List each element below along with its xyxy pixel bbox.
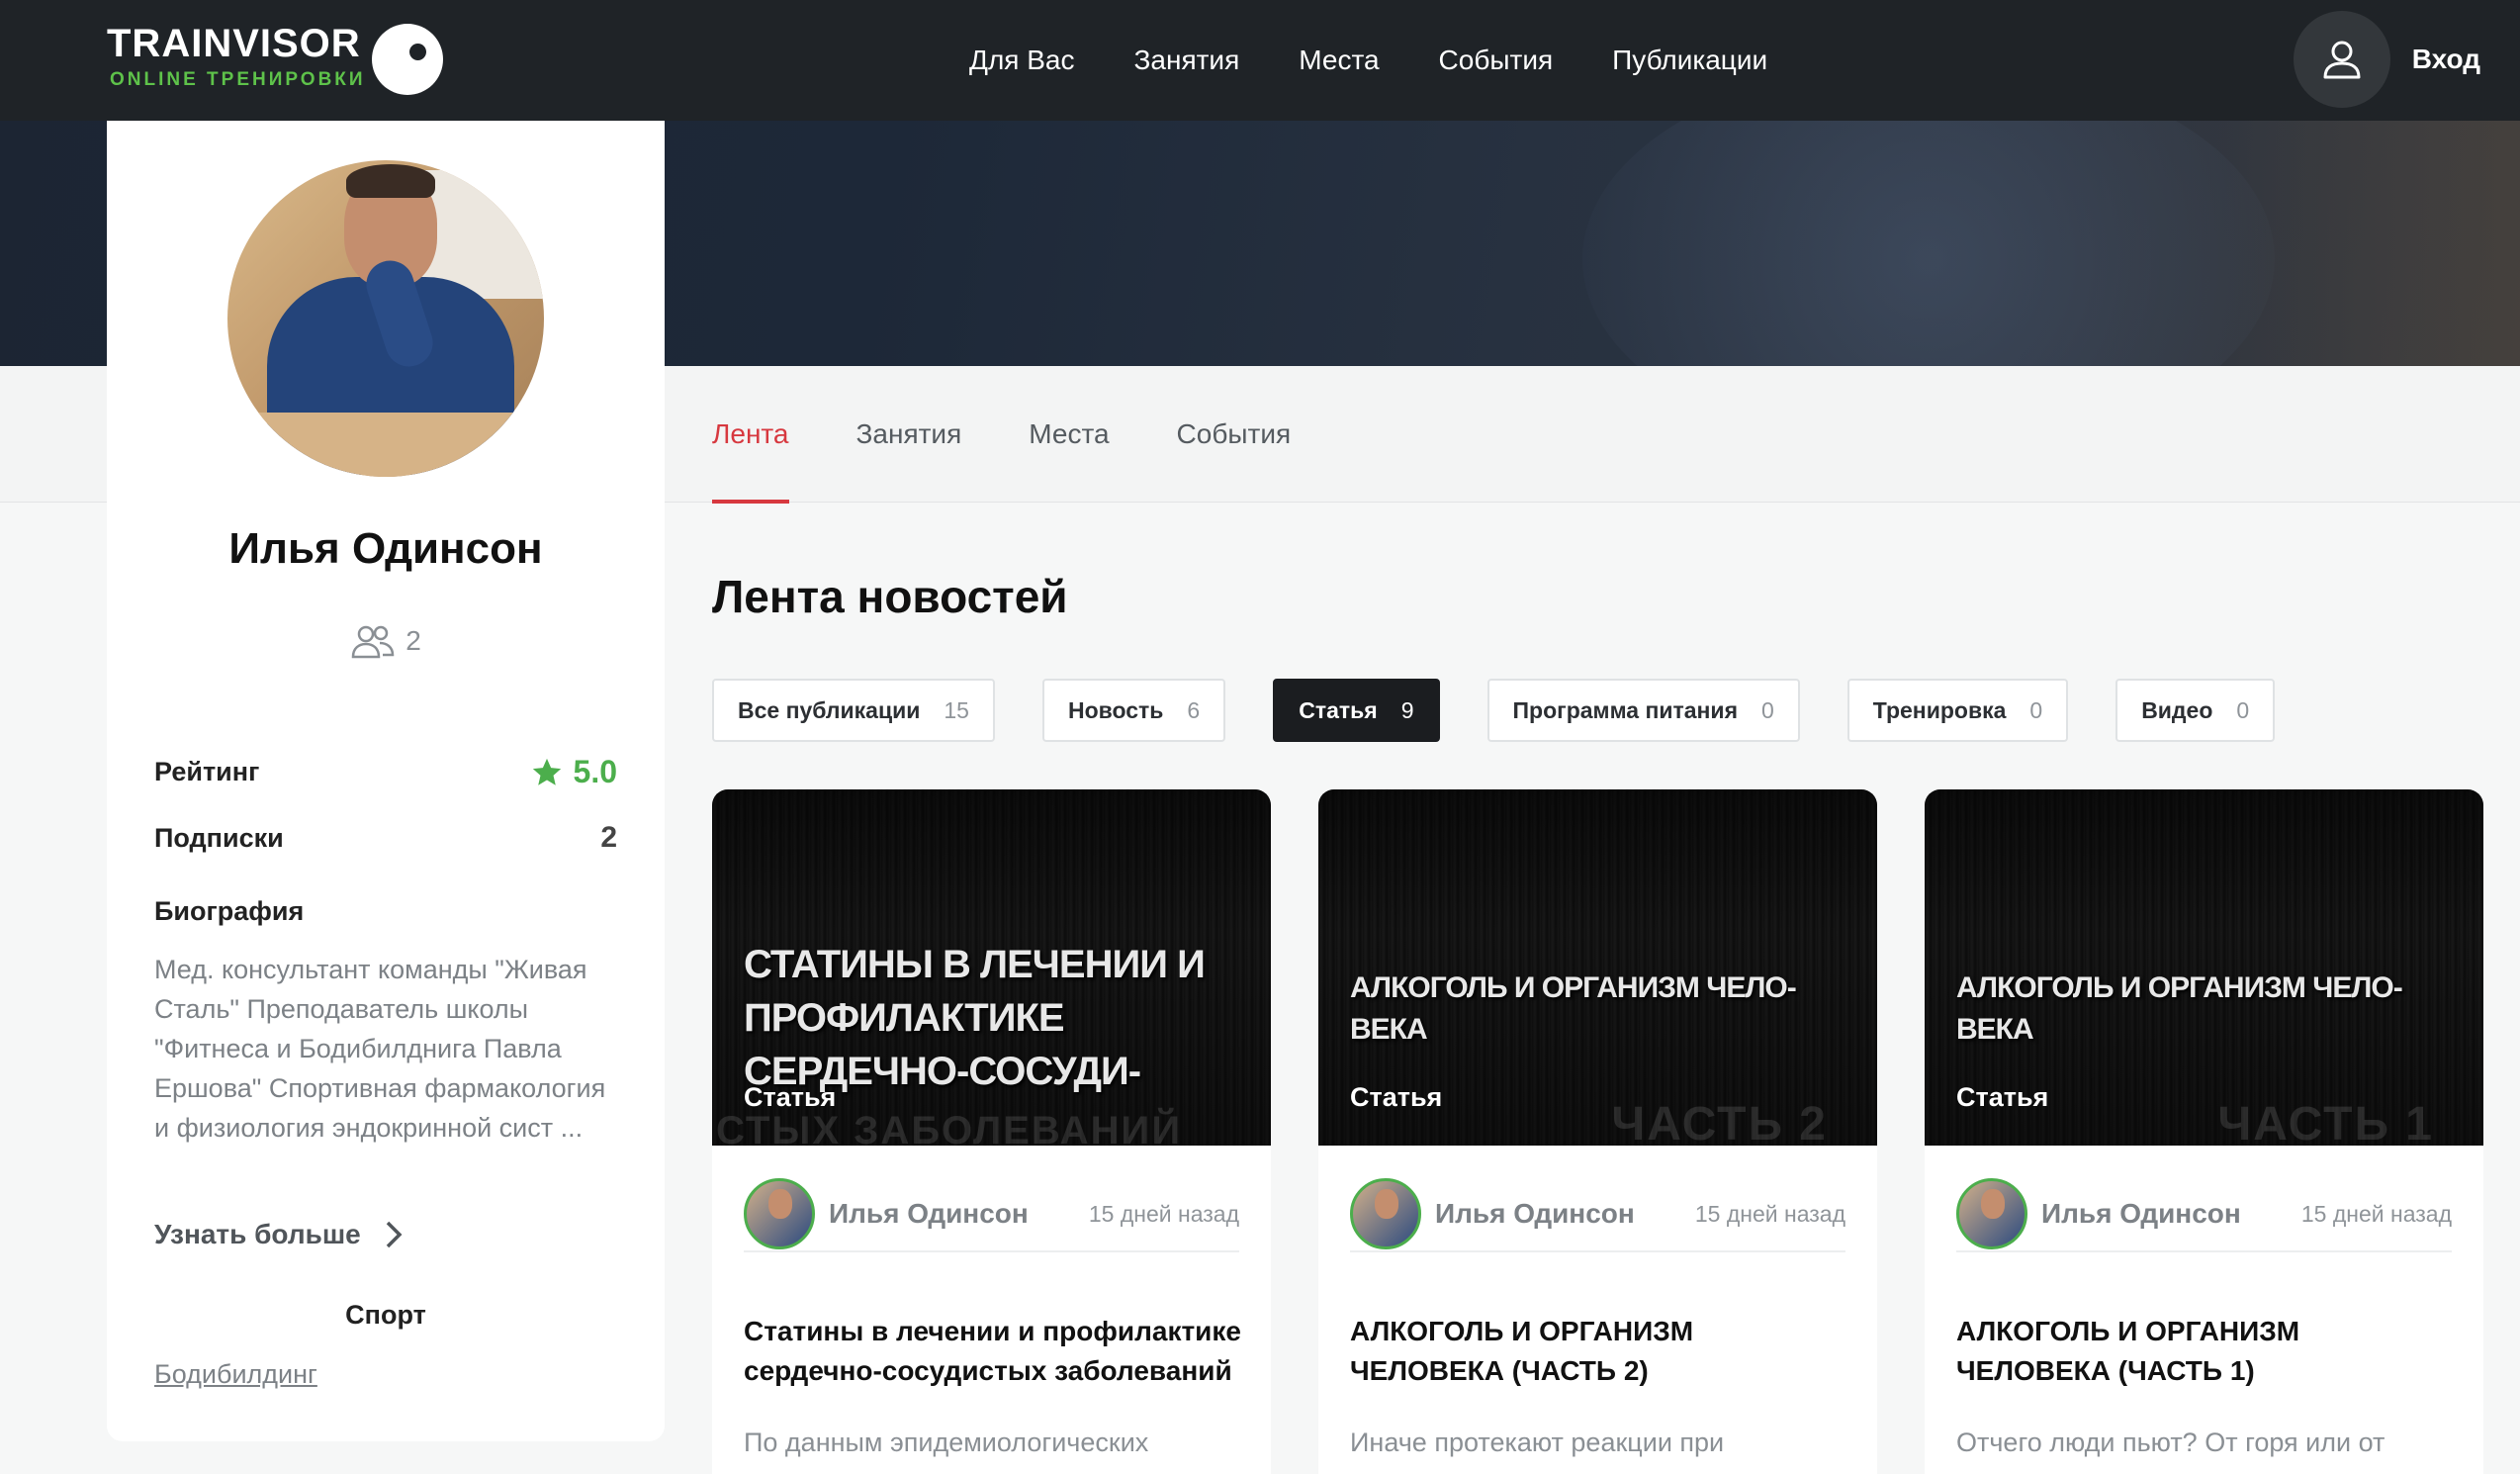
filter-label: Видео [2141, 696, 2213, 723]
card-excerpt: По данным эпидемиологических [744, 1428, 1149, 1457]
subscriptions-row: Подписки 2 [154, 821, 617, 855]
card-title[interactable]: АЛКОГОЛЬ И ОРГАНИЗМ ЧЕЛОВЕКА (ЧАСТЬ 2) [1350, 1312, 1854, 1391]
rating-row: Рейтинг 5.0 [154, 754, 617, 790]
sport-link-bodybuilding[interactable]: Бодибилдинг [154, 1359, 317, 1390]
card-excerpt: Отчего люди пьют? От горя или от [1956, 1428, 2385, 1457]
rating-value-group: 5.0 [530, 754, 617, 790]
card-author[interactable]: Илья Одинсон [1435, 1198, 1695, 1230]
star-icon [532, 758, 561, 785]
login-label: Вход [2411, 44, 2480, 74]
biography-text: Мед. консультант команды "Живая Сталь" П… [154, 955, 606, 1143]
card-meta: Илья Одинсон 15 дней назад [1956, 1177, 2452, 1252]
rating-value: 5.0 [573, 754, 617, 789]
subscriptions-value: 2 [600, 821, 617, 854]
card-image-ghost-text: ЧАСТЬ 1 [2217, 1098, 2434, 1146]
tab-classes[interactable]: Занятия [856, 366, 962, 503]
card-author[interactable]: Илья Одинсон [829, 1198, 1089, 1230]
profile-name: Илья Одинсон [228, 524, 543, 573]
tab-places[interactable]: Места [1029, 366, 1109, 503]
filter-count: 15 [944, 696, 969, 723]
login-button[interactable]: Вход [2293, 11, 2480, 108]
trainvisor-logo[interactable]: TRAINVISOR ONLINE ТРЕНИРОВКИ [107, 22, 453, 101]
tab-feed[interactable]: Лента [712, 366, 789, 504]
card-category: Статья [744, 1082, 837, 1112]
card-cover-image: АЛКОГОЛЬ И ОРГАНИЗМ ЧЕЛО-ВЕКА ЧАСТЬ 2 Ст… [1318, 789, 1877, 1146]
publication-card[interactable]: АЛКОГОЛЬ И ОРГАНИЗМ ЧЕЛО-ВЕКА ЧАСТЬ 2 Ст… [1318, 789, 1877, 1474]
card-meta: Илья Одинсон 15 дней назад [744, 1177, 1239, 1252]
card-cover-image: СТАТИНЫ В ЛЕЧЕНИИ И ПРОФИЛАКТИКЕ СЕРДЕЧН… [712, 789, 1271, 1146]
user-icon [2293, 11, 2390, 108]
filter-label: Тренировка [1872, 696, 2007, 723]
card-time: 15 дней назад [1694, 1200, 1845, 1227]
profile-avatar [227, 160, 544, 477]
publication-card[interactable]: СТАТИНЫ В ЛЕЧЕНИИ И ПРОФИЛАКТИКЕ СЕРДЕЧН… [712, 789, 1271, 1474]
card-image-title: АЛКОГОЛЬ И ОРГАНИЗМ ЧЕЛО-ВЕКА [1956, 971, 2403, 1046]
logo-subtitle: ONLINE ТРЕНИРОВКИ [110, 69, 366, 90]
feed-filters: Все публикации 15 Новость 6 Статья 9 Про… [712, 679, 2276, 742]
filter-count: 9 [1400, 696, 1414, 723]
card-title[interactable]: АЛКОГОЛЬ И ОРГАНИЗМ ЧЕЛОВЕКА (ЧАСТЬ 1) [1956, 1312, 2461, 1391]
logo-text: TRAINVISOR [107, 22, 361, 65]
main-nav: Для Вас Занятия Места События Публикации [969, 0, 1767, 121]
card-image-title: СТАТИНЫ В ЛЕЧЕНИИ И ПРОФИЛАКТИКЕ СЕРДЕЧН… [744, 943, 1206, 1093]
followers-count[interactable]: 2 [107, 623, 665, 659]
top-header: TRAINVISOR ONLINE ТРЕНИРОВКИ Для Вас Зан… [0, 0, 2520, 121]
sport-title: Спорт [345, 1300, 426, 1330]
filter-label: Новость [1067, 696, 1164, 723]
nav-item-publications[interactable]: Публикации [1612, 45, 1767, 76]
card-image-title: АЛКОГОЛЬ И ОРГАНИЗМ ЧЕЛО-ВЕКА [1350, 971, 1797, 1046]
card-excerpt: Иначе протекают реакции при [1350, 1428, 1725, 1457]
filter-count: 6 [1187, 696, 1201, 723]
filter-count: 0 [2236, 696, 2250, 723]
nav-item-for-you[interactable]: Для Вас [969, 45, 1075, 76]
rating-label: Рейтинг [154, 757, 260, 786]
card-meta: Илья Одинсон 15 дней назад [1350, 1177, 1845, 1252]
filter-label: Все публикации [738, 696, 921, 723]
card-time: 15 дней назад [1088, 1200, 1239, 1227]
chevron-right-icon [386, 1221, 403, 1248]
filter-all[interactable]: Все публикации 15 [712, 679, 995, 742]
author-avatar[interactable] [744, 1178, 815, 1249]
publication-cards: СТАТИНЫ В ЛЕЧЕНИИ И ПРОФИЛАКТИКЕ СЕРДЕЧН… [712, 789, 2483, 1474]
card-image-ghost-text: СТЫХ ЗАБОЛЕВАНИЙ [715, 1109, 1182, 1146]
author-avatar[interactable] [1956, 1178, 2027, 1249]
filter-nutrition[interactable]: Программа питания 0 [1486, 679, 1800, 742]
publication-card[interactable]: АЛКОГОЛЬ И ОРГАНИЗМ ЧЕЛО-ВЕКА ЧАСТЬ 1 Ст… [1925, 789, 2483, 1474]
card-time: 15 дней назад [2300, 1200, 2452, 1227]
users-icon [351, 625, 395, 659]
biography-title: Биография [154, 896, 305, 926]
card-image-ghost-text: ЧАСТЬ 2 [1611, 1098, 1828, 1146]
filter-label: Статья [1299, 696, 1378, 723]
nav-item-places[interactable]: Места [1299, 45, 1379, 76]
filter-count: 0 [1761, 696, 1774, 723]
filter-label: Программа питания [1512, 696, 1739, 723]
card-category: Статья [1350, 1082, 1443, 1112]
feed-title: Лента новостей [712, 571, 1068, 622]
filter-video[interactable]: Видео 0 [2115, 679, 2276, 742]
nav-item-classes[interactable]: Занятия [1134, 45, 1240, 76]
profile-tabs: Лента Занятия Места События [712, 366, 1358, 504]
card-category: Статья [1956, 1082, 2049, 1112]
nav-item-events[interactable]: События [1439, 45, 1554, 76]
filter-news[interactable]: Новость 6 [1041, 679, 1226, 742]
learn-more-label: Узнать больше [154, 1219, 361, 1249]
filter-workout[interactable]: Тренировка 0 [1846, 679, 2069, 742]
eye-logo-icon [372, 24, 443, 95]
filter-articles[interactable]: Статья 9 [1273, 679, 1440, 742]
profile-sidebar: Илья Одинсон 2 Рейтинг 5.0 Подписки 2 Би… [107, 121, 665, 1441]
followers-value: 2 [405, 625, 421, 656]
filter-count: 0 [2029, 696, 2043, 723]
subscriptions-label: Подписки [154, 822, 284, 853]
card-author[interactable]: Илья Одинсон [2041, 1198, 2301, 1230]
learn-more-link[interactable]: Узнать больше [154, 1219, 403, 1250]
card-cover-image: АЛКОГОЛЬ И ОРГАНИЗМ ЧЕЛО-ВЕКА ЧАСТЬ 1 Ст… [1925, 789, 2483, 1146]
author-avatar[interactable] [1350, 1178, 1421, 1249]
card-title[interactable]: Статины в лечении и профилактике сердечн… [744, 1312, 1248, 1391]
tab-events[interactable]: События [1177, 366, 1292, 503]
